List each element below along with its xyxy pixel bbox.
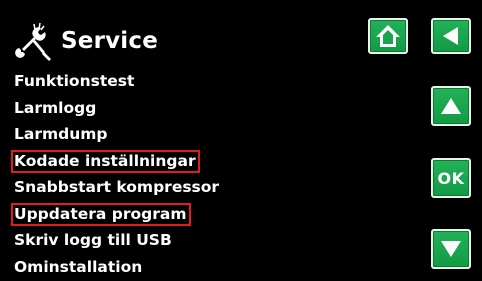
tools-icon (15, 22, 51, 61)
home-icon (376, 25, 400, 47)
home-button[interactable] (368, 18, 408, 54)
menu-item-larmlogg[interactable]: Larmlogg (13, 95, 333, 122)
service-menu: Funktionstest Larmlogg Larmdump Kodade i… (11, 68, 333, 281)
menu-item-label: Ominstallation (14, 257, 143, 276)
ok-button[interactable]: OK (431, 158, 471, 198)
scroll-up-button[interactable] (431, 86, 471, 126)
menu-item-label: Snabbstart kompressor (14, 178, 220, 196)
down-arrow-icon (441, 241, 461, 257)
menu-item-label: Kodade inställningar (11, 149, 200, 173)
menu-item-larmdump[interactable]: Larmdump (13, 121, 333, 148)
menu-item-ominstallation[interactable]: Ominstallation (13, 254, 333, 281)
page-header: Service (10, 18, 158, 64)
menu-item-kodade-installningar[interactable]: Kodade inställningar (11, 148, 333, 175)
menu-item-label: Larmdump (14, 125, 108, 143)
menu-item-uppdatera-program[interactable]: Uppdatera program (11, 201, 333, 228)
up-arrow-icon (441, 98, 461, 114)
back-button[interactable] (431, 18, 471, 54)
page-title: Service (61, 28, 159, 54)
menu-item-label: Larmlogg (14, 98, 97, 117)
scroll-down-button[interactable] (431, 229, 471, 269)
back-arrow-icon (443, 27, 458, 45)
menu-item-label: Uppdatera program (11, 202, 191, 226)
ok-button-label: OK (437, 168, 465, 188)
menu-item-funktionstest[interactable]: Funktionstest (13, 68, 333, 95)
menu-item-label: Skriv logg till USB (14, 231, 172, 249)
menu-item-snabbstart-kompressor[interactable]: Snabbstart kompressor (13, 174, 333, 201)
menu-item-skriv-logg-till-usb[interactable]: Skriv logg till USB (13, 227, 333, 254)
menu-item-label: Funktionstest (14, 72, 135, 90)
